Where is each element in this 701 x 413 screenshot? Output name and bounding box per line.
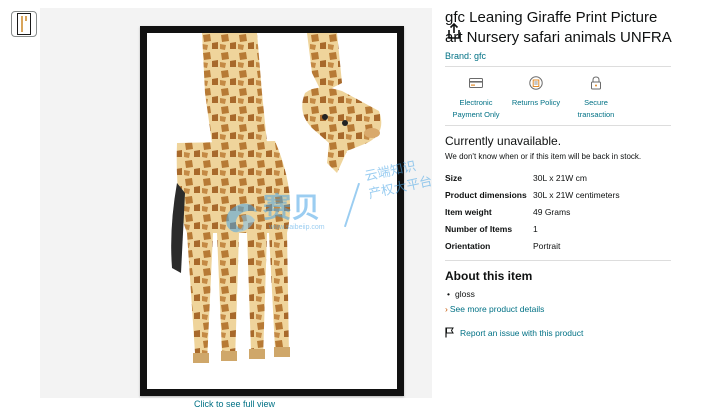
return-policy-icon [529,76,543,90]
spec-row: Size 30L x 21W cm [445,169,620,186]
spec-value: 30L x 21W centimeters [533,189,620,200]
see-more-details-link[interactable]: › See more product details [445,304,701,314]
specs-table: Size 30L x 21W cm Product dimensions 30L… [445,169,620,254]
flag-icon [445,327,454,338]
spec-label: Orientation [445,240,491,251]
product-info: gfc Leaning Giraffe Print Picture art Nu… [445,8,701,338]
spec-value: 30L x 21W cm [533,172,588,183]
about-bullet: gloss [445,289,701,299]
feature-icons-row: Electronic Payment Only Returns Policy S… [445,75,701,121]
spec-value: 1 [533,223,538,234]
product-title: gfc Leaning Giraffe Print Picture art Nu… [445,9,672,46]
availability-note: We don't know when or if this item will … [445,152,642,161]
chevron-right-icon: › [445,304,448,314]
full-view-link[interactable]: Click to see full view [194,399,275,409]
gallery-thumbnail[interactable] [11,11,37,37]
spec-value: Portrait [533,240,561,251]
divider [445,260,671,261]
feature-electronic-payment[interactable]: Electronic Payment Only [445,75,507,121]
availability-status: Currently unavailable. [445,134,562,148]
spec-row: Product dimensions 30L x 21W centimeters [445,186,620,203]
spec-row: Orientation Portrait [445,237,620,254]
divider [445,66,671,67]
product-image-panel[interactable] [40,8,460,398]
spec-label: Number of Items [445,223,513,234]
giraffe-thumbnail-icon [17,13,31,35]
feature-secure-transaction[interactable]: Secure transaction [565,75,627,121]
divider [445,125,671,126]
spec-label: Product dimensions [445,189,527,200]
framed-giraffe-print [140,26,404,396]
payment-card-icon [469,78,483,88]
brand-link[interactable]: Brand: gfc [445,51,701,61]
spec-label: Item weight [445,206,492,217]
spec-row: Item weight 49 Grams [445,203,620,220]
spec-row: Number of Items 1 [445,220,620,237]
secure-lock-icon [591,76,601,90]
about-heading: About this item [445,269,533,283]
spec-value: 49 Grams [533,206,571,217]
spec-label: Size [445,172,463,183]
giraffe-illustration [171,33,382,363]
feature-returns-policy[interactable]: Returns Policy [507,75,565,121]
report-issue-link[interactable]: Report an issue with this product [445,327,701,338]
